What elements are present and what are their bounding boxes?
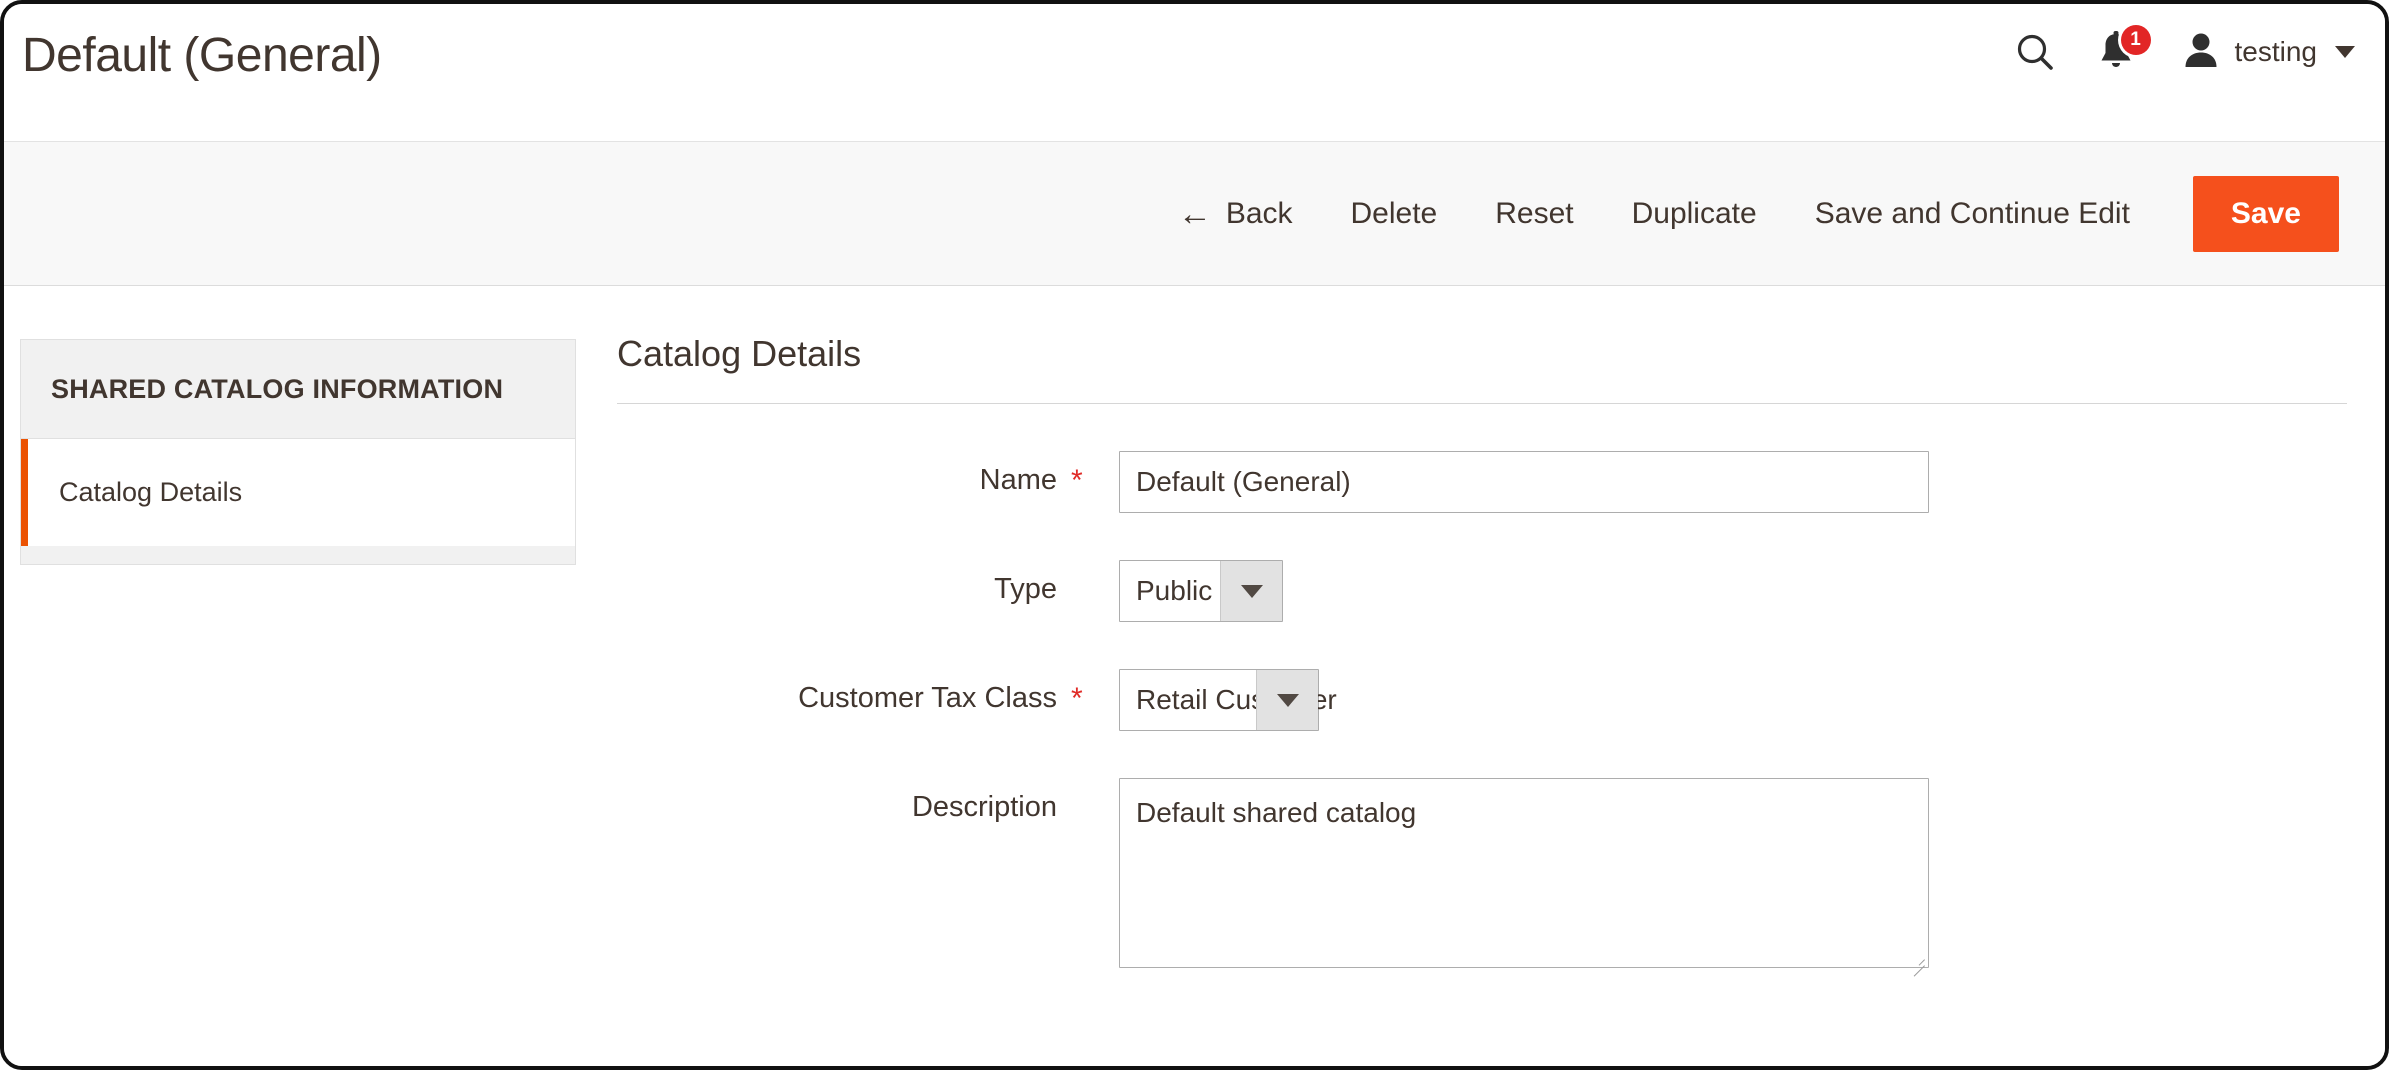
type-label: Type bbox=[994, 573, 1057, 605]
chevron-down-icon bbox=[1276, 693, 1299, 707]
name-required-asterisk: * bbox=[1071, 463, 1083, 497]
section-divider bbox=[617, 403, 2347, 404]
sidebar-items: Catalog Details bbox=[21, 439, 575, 546]
arrow-left-icon: ← bbox=[1177, 194, 1212, 233]
back-button-label: Back bbox=[1225, 196, 1293, 230]
reset-button[interactable]: Reset bbox=[1466, 197, 1602, 231]
search-button[interactable] bbox=[1993, 19, 2077, 85]
field-control-type: Public bbox=[1087, 560, 1283, 622]
save-and-continue-edit-button[interactable]: Save and Continue Edit bbox=[1786, 197, 2159, 231]
search-icon bbox=[2013, 30, 2057, 74]
field-row-name: Name * bbox=[617, 451, 2345, 513]
duplicate-button-label: Duplicate bbox=[1631, 196, 1757, 230]
field-label-cell-customer-tax-class: Customer Tax Class * bbox=[617, 669, 1087, 715]
field-control-name bbox=[1087, 451, 1929, 513]
sidebar-item-catalog-details[interactable]: Catalog Details bbox=[21, 439, 575, 546]
notifications-button[interactable]: 1 bbox=[2077, 19, 2163, 85]
save-button[interactable]: Save bbox=[2192, 175, 2339, 252]
field-control-description: Default shared catalog bbox=[1087, 778, 1929, 973]
description-label: Description bbox=[911, 791, 1057, 823]
header-actions: 1 testing bbox=[1993, 16, 2364, 88]
duplicate-button[interactable]: Duplicate bbox=[1603, 197, 1786, 231]
customer-tax-class-required-asterisk: * bbox=[1071, 681, 1083, 715]
name-input[interactable] bbox=[1119, 451, 1929, 513]
field-control-customer-tax-class: Retail Customer bbox=[1087, 669, 1337, 731]
page-title: Default (General) bbox=[22, 29, 382, 82]
type-select-arrow-button[interactable] bbox=[1220, 561, 1282, 621]
delete-button-label: Delete bbox=[1350, 196, 1438, 230]
back-button[interactable]: ← Back bbox=[1149, 197, 1322, 231]
chevron-down-icon bbox=[1240, 584, 1263, 598]
field-row-description: Description Default shared catalog bbox=[617, 778, 2345, 973]
reset-button-label: Reset bbox=[1495, 196, 1574, 230]
field-label-cell-name: Name * bbox=[617, 451, 1087, 497]
notification-badge: 1 bbox=[2120, 25, 2151, 55]
section-title: Catalog Details bbox=[617, 333, 862, 374]
user-avatar-icon bbox=[2181, 29, 2221, 76]
chevron-down-icon bbox=[2335, 46, 2355, 58]
sidebar: SHARED CATALOG INFORMATION Catalog Detai… bbox=[20, 339, 576, 565]
page-actions-toolbar: ← Back Delete Reset Duplicate Save and C… bbox=[4, 141, 2385, 286]
field-row-type: Type Public bbox=[617, 560, 2345, 622]
page-header: Default (General) 1 testing bbox=[4, 4, 2385, 137]
page-body: SHARED CATALOG INFORMATION Catalog Detai… bbox=[4, 287, 2385, 1066]
sidebar-item-label: Catalog Details bbox=[59, 477, 243, 507]
main-content: Catalog Details Name * Type bbox=[617, 287, 2347, 973]
field-label-cell-description: Description bbox=[617, 778, 1087, 824]
user-name: testing bbox=[2234, 36, 2318, 67]
type-select[interactable]: Public bbox=[1119, 560, 1283, 622]
admin-page-frame: Default (General) 1 testing ← Back Delet… bbox=[0, 0, 2389, 1070]
description-input[interactable]: Default shared catalog bbox=[1119, 778, 1929, 968]
description-wrapper: Default shared catalog bbox=[1119, 778, 1929, 973]
field-row-customer-tax-class: Customer Tax Class * Retail Customer bbox=[617, 669, 2345, 731]
save-and-continue-edit-label: Save and Continue Edit bbox=[1814, 196, 2130, 230]
customer-tax-class-select-value: Retail Customer bbox=[1136, 684, 1337, 715]
type-select-value: Public bbox=[1136, 575, 1213, 606]
user-menu[interactable]: testing bbox=[2163, 29, 2364, 76]
field-label-cell-type: Type bbox=[617, 560, 1087, 606]
customer-tax-class-select[interactable]: Retail Customer bbox=[1119, 669, 1337, 731]
customer-tax-class-label: Customer Tax Class bbox=[798, 682, 1057, 714]
sidebar-title: SHARED CATALOG INFORMATION bbox=[21, 340, 575, 439]
customer-tax-class-select-arrow-button[interactable] bbox=[1256, 670, 1318, 730]
delete-button[interactable]: Delete bbox=[1322, 197, 1467, 231]
name-label: Name bbox=[979, 464, 1057, 496]
